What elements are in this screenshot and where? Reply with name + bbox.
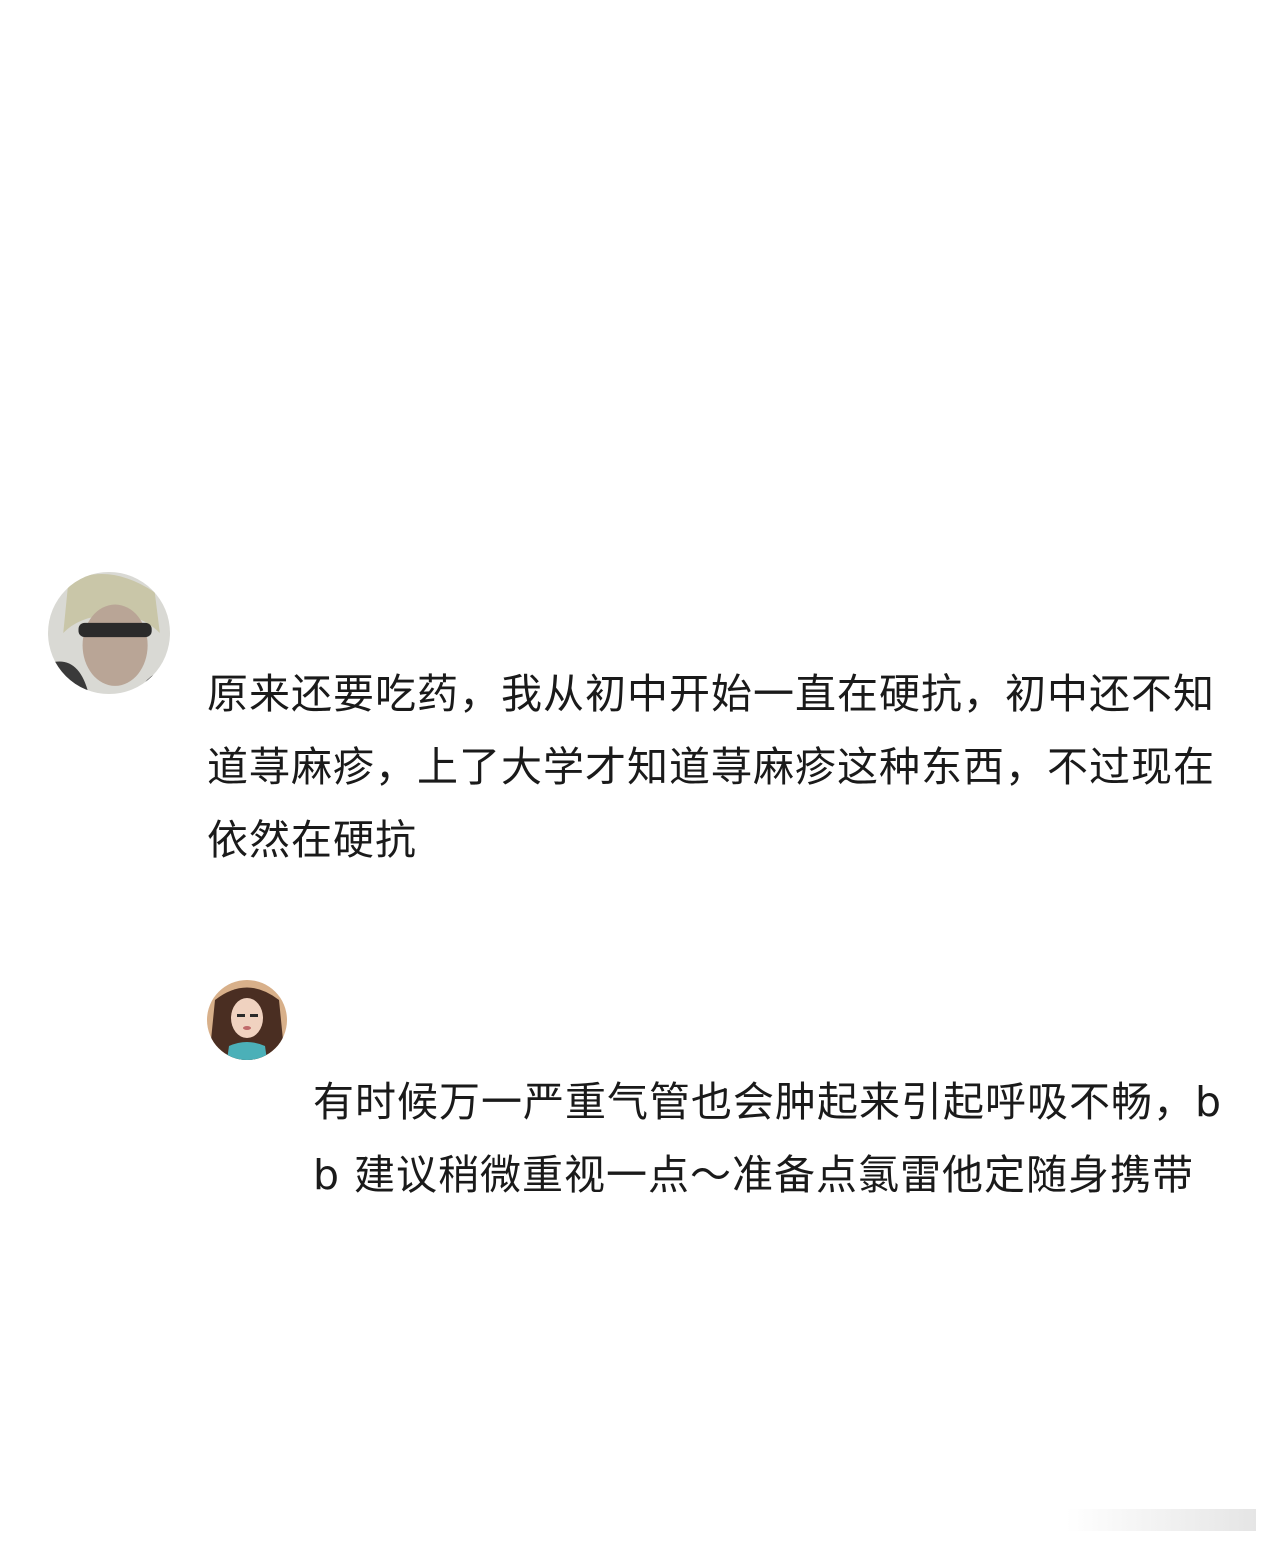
- watermark: [1066, 1509, 1256, 1531]
- comment-text: 原来还要吃药，我从初中开始一直在硬抗，初中还不知道荨麻疹，上了大学才知道荨麻疹这…: [207, 670, 1215, 864]
- user-avatar[interactable]: [207, 980, 287, 1060]
- user-avatar-icon: [48, 572, 170, 694]
- reply-text: 有时候万一严重气管也会肿起来引起呼吸不畅，bb 建议稍微重视一点～准备点氯雷他定…: [313, 1078, 1223, 1199]
- user-avatar-icon: [207, 980, 287, 1060]
- user-avatar[interactable]: [48, 572, 170, 694]
